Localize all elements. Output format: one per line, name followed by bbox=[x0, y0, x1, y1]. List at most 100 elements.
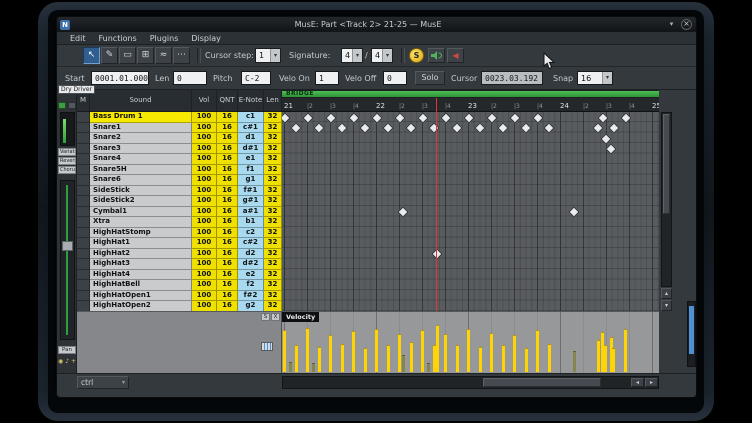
vol-cell[interactable]: 100 bbox=[192, 196, 217, 207]
menu-item-functions[interactable]: Functions bbox=[99, 34, 137, 43]
qnt-cell[interactable]: 16 bbox=[217, 165, 238, 176]
velo-on-value-box[interactable]: 1 bbox=[315, 71, 339, 85]
len-cell[interactable]: 32 bbox=[264, 217, 282, 228]
len-cell[interactable]: 32 bbox=[264, 259, 282, 270]
enote-cell[interactable]: e2 bbox=[238, 270, 264, 281]
send-button[interactable]: Chorus off bbox=[58, 166, 76, 174]
pitch-value-box[interactable]: C-2 bbox=[241, 71, 271, 85]
signature-denominator-spinbox[interactable]: 4 ▾ bbox=[371, 48, 393, 63]
vol-cell[interactable]: 100 bbox=[192, 165, 217, 176]
spin-down-icon[interactable]: ▾ bbox=[270, 49, 280, 62]
velocity-bar[interactable] bbox=[427, 363, 430, 372]
vol-cell[interactable]: 100 bbox=[192, 207, 217, 218]
note-diamond[interactable] bbox=[394, 112, 405, 123]
len-cell[interactable]: 32 bbox=[264, 123, 282, 134]
velocity-bar[interactable] bbox=[436, 325, 439, 372]
note-diamond[interactable] bbox=[290, 122, 301, 133]
qnt-cell[interactable]: 16 bbox=[217, 228, 238, 239]
spin-down-icon[interactable]: ▾ bbox=[352, 49, 362, 62]
marker-lane[interactable]: BRIDGE bbox=[282, 90, 659, 98]
scroll-right-button[interactable]: ▸ bbox=[645, 378, 658, 387]
drum-row[interactable]: HighHat110016c#232 bbox=[77, 238, 282, 249]
ctrl-select[interactable]: ctrl ▾ bbox=[77, 376, 129, 389]
qnt-cell[interactable]: 16 bbox=[217, 291, 238, 302]
velo-off-value-box[interactable]: 0 bbox=[383, 71, 407, 85]
sound-name[interactable]: Snare2 bbox=[90, 133, 192, 144]
vol-cell[interactable]: 100 bbox=[192, 186, 217, 197]
menu-item-display[interactable]: Display bbox=[191, 34, 221, 43]
sound-name[interactable]: SideStick bbox=[90, 186, 192, 197]
qnt-cell[interactable]: 16 bbox=[217, 301, 238, 311]
enote-cell[interactable]: c#2 bbox=[238, 238, 264, 249]
shade-button[interactable]: ▾ bbox=[666, 19, 677, 30]
enote-cell[interactable]: d#1 bbox=[238, 144, 264, 155]
drum-row[interactable]: HighHatOpen110016f#232 bbox=[77, 291, 282, 302]
enote-cell[interactable]: g2 bbox=[238, 301, 264, 311]
note-grid[interactable] bbox=[282, 112, 659, 311]
close-button[interactable]: × bbox=[681, 19, 692, 30]
mute-cell[interactable] bbox=[77, 123, 90, 134]
vol-cell[interactable]: 100 bbox=[192, 144, 217, 155]
enote-cell[interactable]: f1 bbox=[238, 165, 264, 176]
velocity-bar[interactable] bbox=[502, 345, 505, 372]
sound-name[interactable]: Cymbal1 bbox=[90, 207, 192, 218]
note-diamond[interactable] bbox=[593, 122, 604, 133]
mute-cell[interactable] bbox=[77, 175, 90, 186]
drum-row[interactable]: Cymbal110016a#132 bbox=[77, 207, 282, 218]
drum-row[interactable]: HighHatStomp10016c232 bbox=[77, 228, 282, 239]
splitter-x-button[interactable]: X bbox=[271, 313, 280, 321]
sound-name[interactable]: Snare4 bbox=[90, 154, 192, 165]
menu-item-edit[interactable]: Edit bbox=[70, 34, 86, 43]
draw-tool-icon[interactable]: ⊞ bbox=[137, 47, 154, 64]
velocity-bar[interactable] bbox=[306, 328, 309, 372]
len-cell[interactable]: 32 bbox=[264, 175, 282, 186]
len-cell[interactable]: 32 bbox=[264, 165, 282, 176]
velocity-bar[interactable] bbox=[548, 344, 551, 372]
len-cell[interactable]: 32 bbox=[264, 196, 282, 207]
menu-item-plugins[interactable]: Plugins bbox=[150, 34, 179, 43]
drum-row[interactable]: HighHat210016d232 bbox=[77, 249, 282, 260]
midi-input-button[interactable]: ◀ bbox=[447, 48, 464, 63]
vol-cell[interactable]: 100 bbox=[192, 112, 217, 123]
qnt-cell[interactable]: 16 bbox=[217, 175, 238, 186]
mute-cell[interactable] bbox=[77, 270, 90, 281]
len-cell[interactable]: 32 bbox=[264, 228, 282, 239]
snap-select[interactable]: 16 ▾ bbox=[577, 71, 613, 85]
velocity-bar[interactable] bbox=[289, 362, 292, 372]
qnt-cell[interactable]: 16 bbox=[217, 144, 238, 155]
drum-row[interactable]: SideStick10016f#132 bbox=[77, 186, 282, 197]
velocity-bar[interactable] bbox=[573, 351, 576, 372]
vol-cell[interactable]: 100 bbox=[192, 280, 217, 291]
vol-cell[interactable]: 100 bbox=[192, 154, 217, 165]
scroll-down-button[interactable]: ▾ bbox=[661, 300, 672, 311]
velocity-bar[interactable] bbox=[341, 344, 344, 372]
velocity-bar[interactable] bbox=[597, 340, 600, 372]
vol-cell[interactable]: 100 bbox=[192, 291, 217, 302]
mute-cell[interactable] bbox=[77, 238, 90, 249]
cursor-step-spinbox[interactable]: 1 ▾ bbox=[255, 48, 281, 63]
mute-cell[interactable] bbox=[77, 280, 90, 291]
drum-row[interactable]: HighHat410016e232 bbox=[77, 270, 282, 281]
sound-name[interactable]: Snare5H bbox=[90, 165, 192, 176]
qnt-cell[interactable]: 16 bbox=[217, 207, 238, 218]
len-cell[interactable]: 32 bbox=[264, 301, 282, 311]
velocity-bar[interactable] bbox=[467, 329, 470, 372]
splitter-s-button[interactable]: S bbox=[261, 313, 270, 321]
note-diamond[interactable] bbox=[348, 112, 359, 123]
vertical-zoom-thumb[interactable] bbox=[689, 306, 694, 354]
mute-enable-icon[interactable] bbox=[68, 102, 76, 109]
velocity-bar[interactable] bbox=[375, 329, 378, 372]
sound-name[interactable]: HighHat3 bbox=[90, 259, 192, 270]
drum-row[interactable]: HighHat310016d#232 bbox=[77, 259, 282, 270]
vertical-scrollbar[interactable] bbox=[661, 112, 672, 287]
pencil-tool-icon[interactable]: ✎ bbox=[101, 47, 118, 64]
mute-cell[interactable] bbox=[77, 112, 90, 123]
len-cell[interactable]: 32 bbox=[264, 238, 282, 249]
note-diamond[interactable] bbox=[313, 122, 324, 133]
len-cell[interactable]: 32 bbox=[264, 249, 282, 260]
qnt-cell[interactable]: 16 bbox=[217, 270, 238, 281]
qnt-cell[interactable]: 16 bbox=[217, 133, 238, 144]
len-cell[interactable]: 32 bbox=[264, 133, 282, 144]
velocity-bar[interactable] bbox=[479, 347, 482, 372]
vol-cell[interactable]: 100 bbox=[192, 259, 217, 270]
